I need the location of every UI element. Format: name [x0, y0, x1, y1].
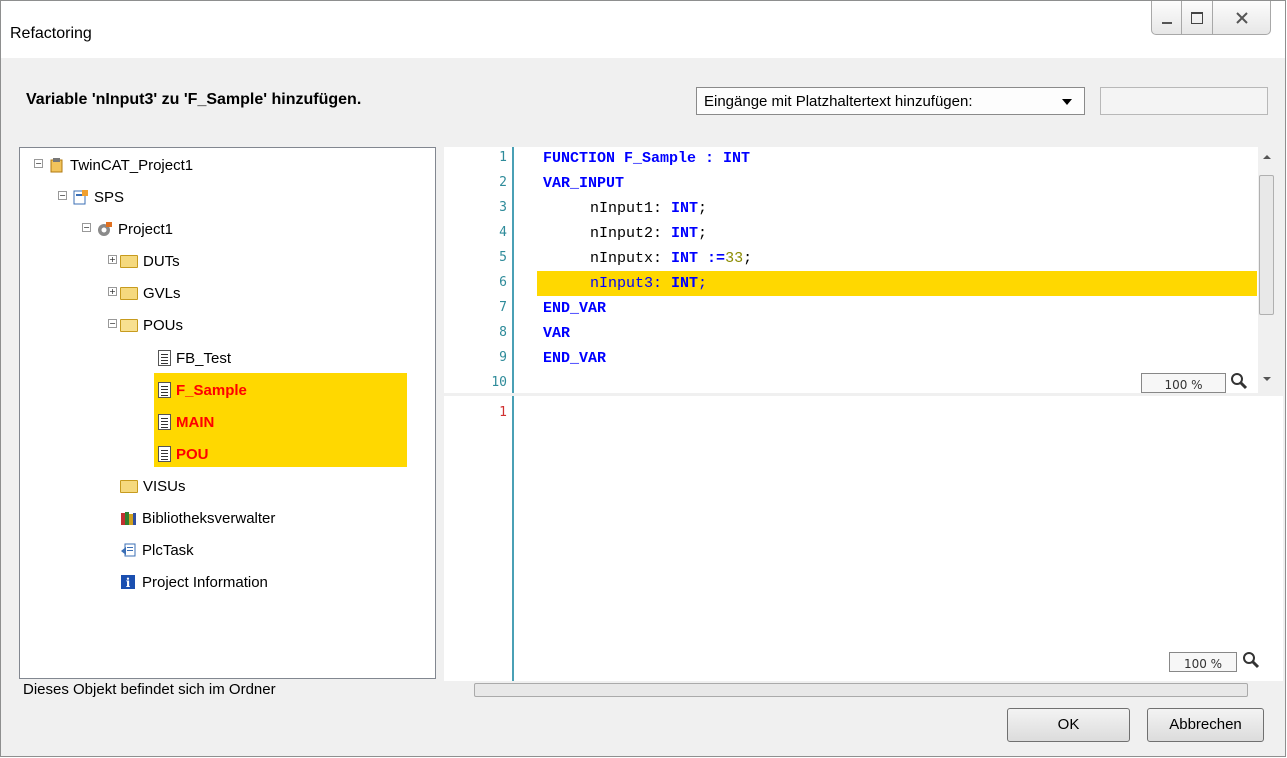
folder-open-icon [120, 318, 138, 332]
task-icon [121, 543, 136, 557]
code-line: FUNCTION F_Sample : INT [543, 150, 751, 167]
line-number: 10 [491, 375, 507, 390]
tree-item-project-information[interactable]: i Project Information [120, 570, 268, 594]
cancel-button[interactable]: Abbrechen [1147, 708, 1264, 742]
library-icon [121, 512, 136, 525]
document-icon [158, 446, 171, 462]
tree-item-main[interactable]: MAIN [158, 410, 214, 434]
close-icon [1235, 11, 1248, 24]
title-bar: Refactoring [1, 1, 1285, 58]
folder-icon [120, 254, 138, 268]
close-button[interactable] [1213, 1, 1271, 35]
tree-item-pous[interactable]: POUs [120, 313, 183, 337]
refactoring-message: Variable 'nInput3' zu 'F_Sample' hinzufü… [26, 91, 362, 108]
tree-item-library-manager[interactable]: Bibliotheksverwalter [120, 506, 275, 530]
document-icon [158, 350, 171, 366]
tree-item-duts[interactable]: DUTs [120, 249, 180, 273]
zoom-icon[interactable] [1229, 371, 1249, 391]
expand-toggle-duts[interactable]: + [108, 255, 117, 264]
code-line-inserted: nInput3: INT; [590, 275, 708, 292]
zoom-level[interactable]: 100 % [1141, 373, 1226, 393]
tree-item-project1[interactable]: Project1 [96, 217, 173, 241]
scroll-up-icon[interactable] [1262, 153, 1272, 161]
declaration-editor[interactable]: 1 2 3 4 5 6 7 8 9 10 FUNCTION F_Sample :… [444, 147, 1275, 393]
implementation-editor[interactable]: 1 100 % [444, 396, 1283, 681]
ok-button[interactable]: OK [1007, 708, 1130, 742]
line-number: 1 [499, 405, 507, 420]
maximize-icon [1191, 11, 1203, 24]
plc-icon [73, 190, 88, 205]
line-number: 5 [499, 250, 507, 265]
code-line: END_VAR [543, 300, 607, 317]
line-number: 2 [499, 175, 507, 190]
collapse-toggle-sps[interactable]: − [58, 191, 67, 200]
collapse-toggle-project[interactable]: − [34, 159, 43, 168]
line-number: 8 [499, 325, 507, 340]
line-number: 4 [499, 225, 507, 240]
refactoring-dialog: Refactoring Variable 'nInput3' zu 'F_Sam… [0, 0, 1286, 757]
zoom-icon[interactable] [1241, 650, 1261, 670]
placeholder-text-input[interactable] [1100, 87, 1268, 115]
code-line: VAR_INPUT [543, 175, 625, 192]
folder-icon [120, 479, 138, 493]
expand-toggle-gvls[interactable]: + [108, 287, 117, 296]
code-line: nInputx: INT :=33; [590, 250, 753, 267]
line-number: 1 [499, 150, 507, 165]
line-number: 6 [499, 275, 507, 290]
tree-item-pou[interactable]: POU [158, 442, 209, 466]
line-number: 9 [499, 350, 507, 365]
tree-item-gvls[interactable]: GVLs [120, 281, 181, 305]
line-number-gutter: 1 [444, 396, 514, 681]
dropdown-value: Eingänge mit Platzhaltertext hinzufügen: [704, 93, 973, 110]
tree-item-sps[interactable]: SPS [72, 185, 124, 209]
scrollbar-thumb[interactable] [474, 683, 1248, 697]
project-tree: − TwinCAT_Project1 − SPS − Project1 + DU… [19, 147, 436, 679]
zoom-level[interactable]: 100 % [1169, 652, 1237, 672]
tree-item-visus[interactable]: VISUs [120, 474, 186, 498]
maximize-button[interactable] [1182, 1, 1213, 35]
project-icon [50, 158, 63, 173]
tree-item-fb-test[interactable]: FB_Test [158, 346, 231, 370]
tree-item-plctask[interactable]: PlcTask [120, 538, 194, 562]
gear-icon [98, 222, 112, 236]
collapse-toggle-pous[interactable]: − [108, 319, 117, 328]
chevron-down-icon [1062, 99, 1072, 105]
code-line: VAR [543, 325, 571, 342]
document-icon [158, 414, 171, 430]
code-line: nInput2: INT; [590, 225, 708, 242]
line-number: 7 [499, 300, 507, 315]
scrollbar-thumb[interactable] [1259, 175, 1274, 315]
tree-item-f-sample[interactable]: F_Sample [158, 378, 247, 402]
minimize-icon [1161, 21, 1172, 24]
scroll-down-icon[interactable] [1262, 375, 1272, 383]
svg-text:i: i [126, 576, 131, 590]
window-controls [1151, 1, 1271, 35]
window-title: Refactoring [10, 25, 92, 42]
info-icon: i [121, 575, 135, 590]
line-number-gutter: 1 2 3 4 5 6 7 8 9 10 [444, 147, 514, 393]
folder-icon [120, 286, 138, 300]
minimize-button[interactable] [1151, 1, 1182, 35]
code-line: nInput1: INT; [590, 200, 708, 217]
status-text: Dieses Objekt befindet sich im Ordner [23, 681, 276, 698]
line-number: 3 [499, 200, 507, 215]
document-icon [158, 382, 171, 398]
placeholder-inputs-dropdown[interactable]: Eingänge mit Platzhaltertext hinzufügen: [696, 87, 1085, 115]
code-line: END_VAR [543, 350, 607, 367]
tree-item-twincat-project[interactable]: TwinCAT_Project1 [48, 153, 193, 177]
collapse-toggle-project1[interactable]: − [82, 223, 91, 232]
